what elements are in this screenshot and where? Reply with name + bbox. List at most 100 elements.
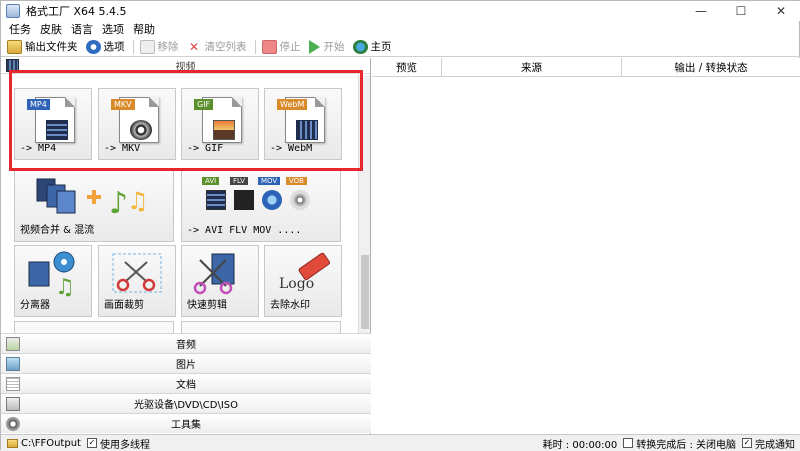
home-button[interactable]: 主页 — [352, 39, 392, 54]
svg-text:♫: ♫ — [55, 275, 75, 298]
minimize-button[interactable]: — — [681, 1, 721, 21]
format-tag: VOB — [286, 177, 307, 185]
eraser-icon — [298, 252, 331, 281]
format-tag: GIF — [194, 99, 214, 110]
options-button[interactable]: 选项 — [85, 39, 125, 54]
folder-icon — [7, 438, 18, 448]
notify-checkbox[interactable]: ✓ — [742, 438, 752, 448]
tile-label: -> WebM — [270, 143, 313, 154]
category-tools[interactable]: 工具集 — [1, 413, 371, 433]
svg-text:♫: ♫ — [127, 187, 149, 215]
disc-drive-icon — [6, 397, 20, 411]
close-button[interactable]: ✕ — [761, 1, 800, 21]
video-category-label: 视频 — [175, 62, 196, 73]
tile-splitter[interactable]: ♫ 分离器 — [14, 245, 92, 317]
notify-label: 完成通知 — [755, 439, 795, 451]
tile-label: 分离器 — [20, 300, 50, 311]
tile-label: -> AVI FLV MOV .... — [187, 225, 302, 236]
format-tag: WebM — [277, 99, 308, 110]
remove-icon — [139, 39, 155, 54]
options-icon — [85, 39, 101, 54]
tile-crop[interactable]: 画面裁剪 — [98, 245, 176, 317]
tiles-scrollbar[interactable] — [358, 75, 370, 333]
film-icon — [6, 59, 19, 72]
column-preview[interactable]: 预览 — [372, 58, 442, 77]
film-strip-icon — [46, 120, 68, 140]
multithread-checkbox[interactable]: ✓ — [86, 438, 97, 448]
film-reel-icon — [130, 120, 152, 140]
film-strip-icon — [206, 190, 226, 210]
category-document[interactable]: 文档 — [1, 373, 371, 393]
category-disc[interactable]: 光驱设备\DVD\CD\ISO — [1, 393, 371, 413]
format-tag: AVI — [202, 177, 220, 185]
category-label: 光驱设备\DVD\CD\ISO — [133, 400, 239, 411]
app-logo-icon — [6, 4, 20, 18]
menu-language[interactable]: 语言 — [71, 21, 93, 37]
category-label: 文档 — [176, 380, 196, 391]
video-category-header[interactable]: 视频 — [1, 58, 370, 74]
scissors-icon — [112, 253, 162, 293]
tools-icon — [6, 417, 20, 431]
video-tiles-grid: MP4 -> MP4 MKV -> MKV GIF -> GIF WebM ->… — [1, 75, 371, 333]
toolbar: 输出文件夹 选项 移除 ✕ 清空列表 停止 开始 主页 — [1, 37, 800, 57]
tile-to-mp4[interactable]: MP4 -> MP4 — [14, 88, 92, 160]
multi-format-icons: AVI FLV MOV VOB — [202, 177, 342, 217]
picture-icon — [6, 357, 20, 371]
svg-text:♪: ♪ — [109, 186, 128, 221]
film-strip-icon — [296, 120, 318, 140]
scrollbar-thumb[interactable] — [361, 255, 369, 329]
output-path[interactable]: C:\FFOutput — [21, 438, 81, 449]
category-audio[interactable]: 音频 — [1, 333, 371, 353]
tile-label: -> MKV — [104, 143, 141, 154]
folder-icon — [7, 39, 22, 54]
start-button[interactable]: 开始 — [308, 39, 345, 54]
tile-to-mkv[interactable]: MKV -> MKV — [98, 88, 176, 160]
menu-task[interactable]: 任务 — [9, 21, 31, 37]
stop-label: 停止 — [279, 41, 301, 53]
stop-button[interactable]: 停止 — [261, 39, 301, 54]
menu-help[interactable]: 帮助 — [133, 21, 155, 37]
column-source[interactable]: 来源 — [442, 58, 622, 77]
home-label: 主页 — [370, 41, 392, 53]
column-output-status[interactable]: 输出 / 转换状态 — [622, 58, 800, 77]
maximize-button[interactable]: ☐ — [721, 1, 761, 21]
tile-to-multi-format[interactable]: AVI FLV MOV VOB -> AVI FLV MOV .... — [181, 170, 341, 242]
document-icon — [6, 377, 20, 391]
disc-icon — [290, 190, 310, 210]
clear-list-label: 清空列表 — [204, 41, 247, 53]
menu-skin[interactable]: 皮肤 — [40, 21, 62, 37]
output-folder-button[interactable]: 输出文件夹 — [7, 39, 78, 54]
audio-icon — [6, 337, 20, 351]
tile-remove-watermark[interactable]: Logo 去除水印 — [264, 245, 342, 317]
tile-quick-cut[interactable]: 快速剪辑 — [181, 245, 259, 317]
clear-icon: ✕ — [188, 39, 200, 54]
clear-list-button[interactable]: ✕ 清空列表 — [187, 39, 247, 54]
tile-partial[interactable] — [181, 321, 341, 333]
window-title: 格式工厂 X64 5.4.5 — [26, 5, 127, 18]
menu-bar: 任务 皮肤 语言 选项 帮助 — [1, 21, 800, 37]
tile-video-merge[interactable]: ♪ ♫ 视频合并 & 混流 — [14, 170, 174, 242]
category-label: 图片 — [176, 360, 196, 371]
remove-label: 移除 — [157, 41, 179, 53]
merge-icon: ♪ ♫ — [36, 178, 149, 221]
format-tag: MOV — [258, 177, 281, 185]
category-label: 工具集 — [171, 420, 201, 431]
toolbar-divider — [254, 39, 256, 54]
start-label: 开始 — [323, 41, 345, 53]
tile-label: -> GIF — [187, 143, 224, 154]
picture-icon — [213, 120, 235, 140]
tile-partial[interactable] — [14, 321, 174, 333]
tile-label: 去除水印 — [270, 300, 310, 311]
globe-icon — [352, 39, 368, 54]
category-label: 音频 — [176, 340, 196, 351]
title-bar: 格式工厂 X64 5.4.5 — ☐ ✕ — [1, 1, 800, 21]
window-controls: — ☐ ✕ — [681, 1, 800, 21]
toolbar-divider — [132, 39, 134, 54]
tile-to-webm[interactable]: WebM -> WebM — [264, 88, 342, 160]
after-convert-checkbox[interactable] — [623, 438, 634, 448]
app-window: 格式工厂 X64 5.4.5 — ☐ ✕ 任务 皮肤 语言 选项 帮助 输出文件… — [0, 0, 800, 451]
tile-to-gif[interactable]: GIF -> GIF — [181, 88, 259, 160]
menu-options[interactable]: 选项 — [102, 21, 124, 37]
category-picture[interactable]: 图片 — [1, 353, 371, 373]
remove-button[interactable]: 移除 — [139, 39, 179, 54]
